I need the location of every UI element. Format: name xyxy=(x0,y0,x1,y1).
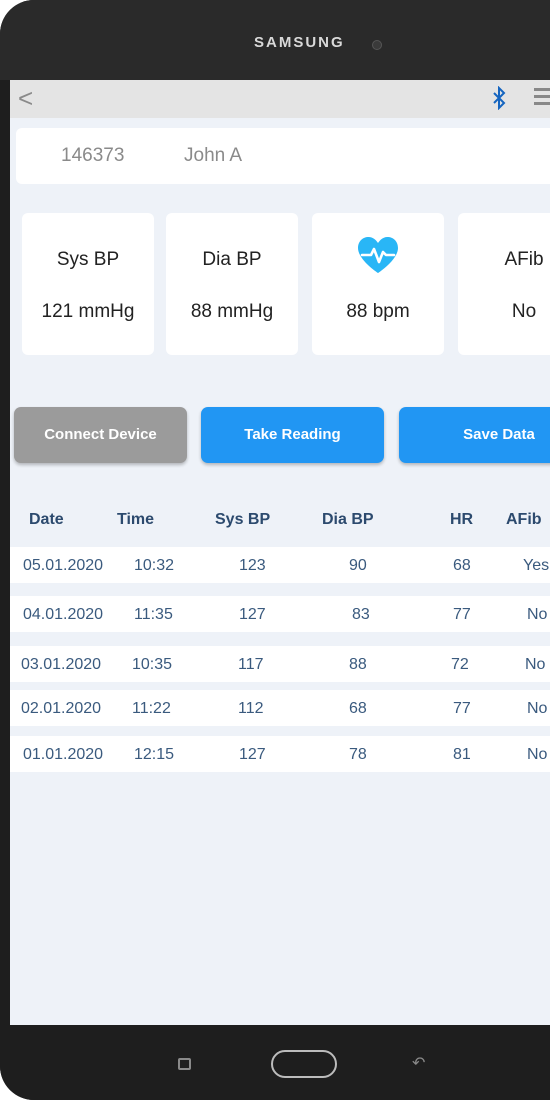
cell-afib: Yes xyxy=(523,557,550,574)
dia-bp-value: 88 mmHg xyxy=(190,301,274,322)
afib-value: No xyxy=(511,301,537,322)
cell-time: 11:22 xyxy=(132,700,171,717)
cell-afib: No xyxy=(527,746,548,763)
hamburger-menu-icon[interactable] xyxy=(534,88,550,109)
cell-afib: No xyxy=(525,656,546,673)
header-dia-bp: Dia BP xyxy=(322,511,374,528)
heart-rate-icon xyxy=(358,237,398,273)
cell-dia-bp: 83 xyxy=(352,606,370,623)
front-camera xyxy=(372,40,382,50)
afib-tile: AFib No xyxy=(458,213,550,355)
cell-sys-bp: 127 xyxy=(239,606,266,623)
dia-bp-tile: Dia BP 88 mmHg xyxy=(166,213,298,355)
cell-hr: 81 xyxy=(453,746,471,763)
sys-bp-label: Sys BP xyxy=(56,249,120,270)
save-data-button[interactable]: Save Data xyxy=(399,407,550,463)
cell-date: 05.01.2020 xyxy=(23,557,104,574)
sys-bp-tile: Sys BP 121 mmHg xyxy=(22,213,154,355)
bottom-bezel: ↶ xyxy=(0,1025,550,1100)
cell-time: 10:32 xyxy=(134,557,175,574)
cell-hr: 77 xyxy=(453,606,471,623)
sys-bp-value: 121 mmHg xyxy=(41,301,135,322)
afib-label: AFib xyxy=(504,249,544,270)
cell-sys-bp: 117 xyxy=(238,656,264,673)
table-row[interactable]: 04.01.2020 11:35 127 83 77 No xyxy=(10,596,550,632)
heart-rate-tile: 88 bpm xyxy=(312,213,444,355)
take-reading-button[interactable]: Take Reading xyxy=(201,407,384,463)
cell-dia-bp: 68 xyxy=(349,700,367,717)
cell-hr: 77 xyxy=(453,700,471,717)
cell-dia-bp: 78 xyxy=(349,746,367,763)
cell-hr: 68 xyxy=(453,557,471,574)
table-row[interactable]: 02.01.2020 11:22 112 68 77 No xyxy=(10,690,550,726)
cell-sys-bp: 127 xyxy=(239,746,266,763)
cell-time: 10:35 xyxy=(132,656,173,673)
action-bar: < xyxy=(10,80,550,118)
cell-date: 02.01.2020 xyxy=(21,700,102,717)
cell-dia-bp: 88 xyxy=(349,656,367,673)
cell-date: 03.01.2020 xyxy=(21,656,102,673)
cell-afib: No xyxy=(527,606,548,623)
connect-device-button[interactable]: Connect Device xyxy=(14,407,187,463)
home-button[interactable] xyxy=(271,1050,337,1078)
cell-hr: 72 xyxy=(451,656,469,673)
recent-apps-icon[interactable] xyxy=(178,1058,191,1070)
table-row[interactable]: 03.01.2020 10:35 117 88 72 No xyxy=(10,646,550,682)
cell-sys-bp: 112 xyxy=(238,700,264,717)
patient-card: 146373 John A xyxy=(16,128,550,184)
cell-afib: No xyxy=(527,700,548,717)
cell-date: 04.01.2020 xyxy=(23,606,104,623)
cell-time: 12:15 xyxy=(134,746,175,763)
tablet-device: SAMSUNG < 146373 John A Sys BP 121 mmHg … xyxy=(0,0,550,1100)
back-nav-icon[interactable]: ↶ xyxy=(412,1053,425,1073)
header-afib: AFib xyxy=(506,511,542,528)
chevron-left-icon[interactable]: < xyxy=(18,84,33,112)
table-row[interactable]: 01.01.2020 12:15 127 78 81 No xyxy=(10,736,550,772)
dia-bp-label: Dia BP xyxy=(202,249,262,270)
cell-time: 11:35 xyxy=(134,606,173,623)
table-row[interactable]: 05.01.2020 10:32 123 90 68 Yes xyxy=(10,547,550,583)
header-hr: HR xyxy=(450,511,474,528)
cell-date: 01.01.2020 xyxy=(23,746,104,763)
header-date: Date xyxy=(29,511,64,528)
app-screen: < 146373 John A Sys BP 121 mmHg Dia BP 8… xyxy=(10,80,550,1025)
table-header: Date Time Sys BP Dia BP HR AFib xyxy=(10,503,550,539)
brand-logo: SAMSUNG xyxy=(254,34,345,51)
header-sys-bp: Sys BP xyxy=(215,511,271,528)
top-bezel: SAMSUNG xyxy=(0,0,550,80)
patient-name: John A xyxy=(184,145,243,166)
cell-dia-bp: 90 xyxy=(349,557,367,574)
heart-rate-value: 88 bpm xyxy=(346,301,410,322)
bluetooth-icon[interactable] xyxy=(492,86,506,110)
header-time: Time xyxy=(117,511,155,528)
patient-id: 146373 xyxy=(61,145,125,166)
cell-sys-bp: 123 xyxy=(239,557,266,574)
